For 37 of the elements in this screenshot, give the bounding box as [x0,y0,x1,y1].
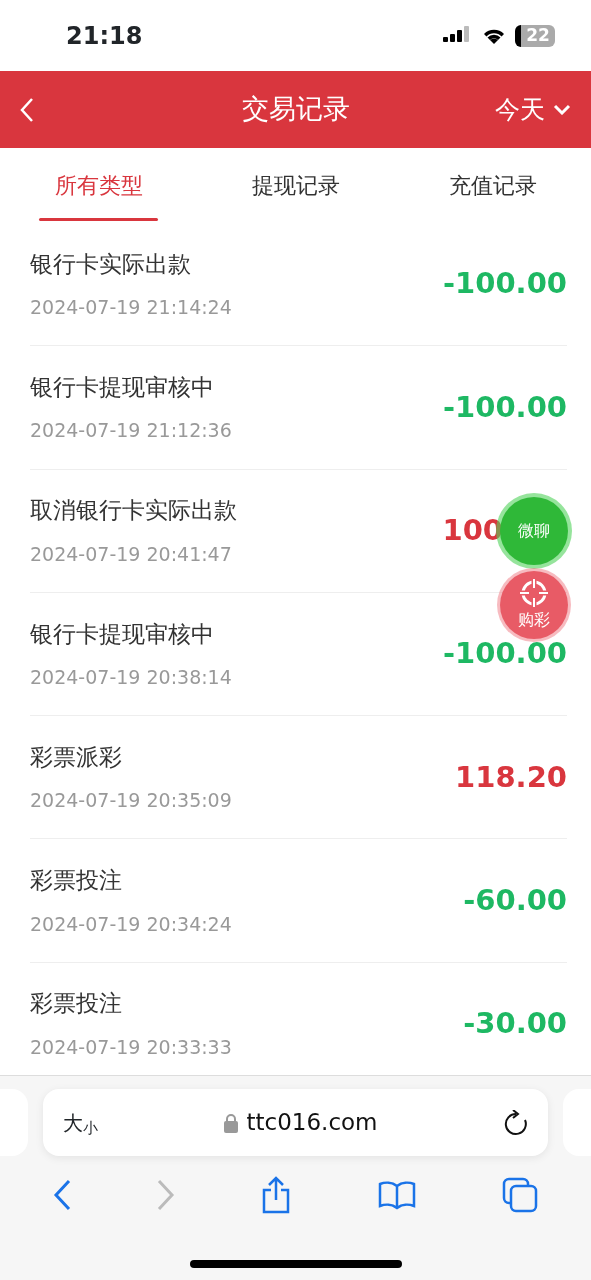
record-amount: -30.00 [463,1005,567,1043]
record-time: 2024-07-19 21:14:24 [30,295,232,321]
tab[interactable]: 提现记录 [197,148,394,223]
record-time: 2024-07-19 20:35:09 [30,788,232,814]
record-time: 2024-07-19 21:12:36 [30,418,232,444]
record-title: 银行卡实际出款 [30,249,192,279]
tabs-icon[interactable] [501,1177,538,1213]
record-title: 彩票投注 [30,866,123,896]
record-time: 2024-07-19 20:34:24 [30,911,232,937]
page-title: 交易记录 [241,93,350,125]
battery-icon: 22 [515,24,555,47]
text-size-button[interactable]: 大$_{小}$ [63,1107,98,1138]
reload-icon[interactable] [504,1109,528,1136]
status-time: 21:18 [66,20,143,52]
record-time: 2024-07-19 20:38:14 [30,665,232,691]
tab[interactable]: 所有类型 [0,148,197,223]
record-title: 银行卡提现审核中 [30,372,215,402]
record-time: 2024-07-19 20:41:47 [30,541,233,567]
record-title: 银行卡提现审核中 [30,619,215,649]
record-title: 取消银行卡实际出款 [30,496,237,526]
back-icon[interactable] [53,1179,72,1211]
url-text: ttc016.com [246,1108,378,1138]
date-filter[interactable]: 今天 [495,90,571,129]
record-amount: -60.00 [463,881,567,919]
record-time: 2024-07-19 20:33:33 [30,1034,232,1060]
share-icon[interactable] [261,1176,292,1214]
record-title: 彩票派彩 [30,742,123,772]
crosshair-icon [519,578,549,608]
lock-icon [224,1112,239,1133]
tab[interactable]: 充值记录 [394,148,591,223]
record-amount: -100.00 [443,265,567,303]
bookmarks-icon[interactable] [377,1180,416,1210]
record-title: 彩票投注 [30,989,123,1019]
address-bar[interactable]: 大$_{小}$ ttc016.com [43,1089,548,1156]
record-amount: -100.00 [443,388,567,426]
record-amount: 118.20 [455,758,567,796]
chevron-down-icon [553,104,571,115]
